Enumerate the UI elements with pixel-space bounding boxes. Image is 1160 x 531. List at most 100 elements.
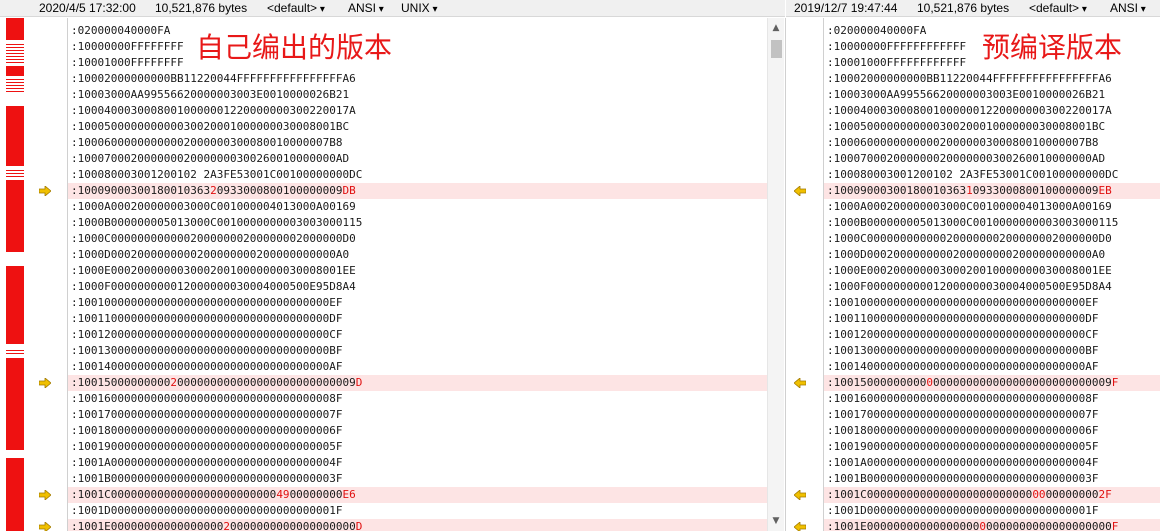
- overview-diff-line: [6, 176, 24, 177]
- code-line[interactable]: :10003000AA99556620000003003E0010000026B…: [824, 87, 1160, 103]
- code-line[interactable]: :1000D0002000000000200000000200000000000…: [68, 247, 767, 263]
- code-line[interactable]: :100040003000800100000012200000003002200…: [824, 103, 1160, 119]
- diff-line[interactable]: :1001E0000000000000000020000000000000000…: [68, 519, 767, 531]
- diff-line[interactable]: :1001C0000000000000000000000000000000000…: [824, 487, 1160, 503]
- code-line[interactable]: :10001000FFFFFFFF: [68, 55, 767, 71]
- diff-line[interactable]: :100150000000000000000000000000000000000…: [824, 375, 1160, 391]
- diff-arrow-right-icon[interactable]: [39, 490, 51, 500]
- code-line[interactable]: :100080003001200102 2A3FE53001C001000000…: [68, 167, 767, 183]
- code-line[interactable]: :10003000AA99556620000003003E0010000026B…: [68, 87, 767, 103]
- diff-arrow-left-icon[interactable]: [794, 186, 806, 196]
- code-line[interactable]: :10010000000000000000000000000000000000E…: [824, 295, 1160, 311]
- right-lines: :020000040000FA:10000000FFFFFFFFFFFF:100…: [824, 23, 1160, 531]
- diff-line[interactable]: :1001C0000000000000000000000000490000000…: [68, 487, 767, 503]
- code-line[interactable]: :1000B000000005013000C001000000000300300…: [824, 215, 1160, 231]
- code-line[interactable]: :1000A000200000003000C001000004013000A00…: [824, 199, 1160, 215]
- code-line[interactable]: :10000000FFFFFFFF: [68, 39, 767, 55]
- code-line[interactable]: :100160000000000000000000000000000000008…: [68, 391, 767, 407]
- diff-arrow-left-icon[interactable]: [794, 490, 806, 500]
- code-line[interactable]: :100070002000000020000000300260010000000…: [68, 151, 767, 167]
- diff-line[interactable]: :1001E0000000000000000000000000000000000…: [824, 519, 1160, 531]
- code-line[interactable]: :10002000000000BB11220044FFFFFFFFFFFFFFF…: [824, 71, 1160, 87]
- code-line[interactable]: :10013000000000000000000000000000000000B…: [68, 343, 767, 359]
- right-file-pane[interactable]: :020000040000FA:10000000FFFFFFFFFFFF:100…: [823, 18, 1160, 531]
- overview-diff-line: [6, 88, 24, 89]
- code-line[interactable]: :10010000000000000000000000000000000000E…: [68, 295, 767, 311]
- right-format-dropdown[interactable]: <default>: [1029, 1, 1087, 15]
- diff-arrow-right-icon[interactable]: [39, 186, 51, 196]
- left-format-dropdown[interactable]: <default>: [267, 1, 325, 15]
- code-line[interactable]: :10013000000000000000000000000000000000B…: [824, 343, 1160, 359]
- left-encoding-dropdown[interactable]: ANSI: [348, 1, 384, 15]
- left-file-pane[interactable]: :020000040000FA:10000000FFFFFFFF:1000100…: [67, 18, 767, 531]
- code-line[interactable]: :10014000000000000000000000000000000000A…: [68, 359, 767, 375]
- code-line[interactable]: :10006000000000002000000300080010000007B…: [68, 135, 767, 151]
- code-line[interactable]: :1000E0002000000030002001000000003000800…: [824, 263, 1160, 279]
- diff-line[interactable]: :100150000000002000000000000000000000000…: [68, 375, 767, 391]
- code-line[interactable]: :1001A0000000000000000000000000000000004…: [824, 455, 1160, 471]
- code-line[interactable]: :100170000000000000000000000000000000007…: [824, 407, 1160, 423]
- diff-arrow-right-icon[interactable]: [39, 378, 51, 388]
- code-line[interactable]: :10014000000000000000000000000000000000A…: [824, 359, 1160, 375]
- code-line[interactable]: :100170000000000000000000000000000000007…: [68, 407, 767, 423]
- code-line[interactable]: :10006000000000002000000300080010000007B…: [824, 135, 1160, 151]
- changed-text: DB: [342, 184, 356, 197]
- code-line[interactable]: :100160000000000000000000000000000000008…: [824, 391, 1160, 407]
- overview-diff-line: [6, 82, 24, 83]
- diff-overview-strip[interactable]: [0, 18, 30, 531]
- code-line[interactable]: :1000E0002000000030002001000000003000800…: [68, 263, 767, 279]
- overview-diff-line: [6, 53, 24, 54]
- overview-diff-line: [6, 47, 24, 48]
- overview-diff-block: [6, 458, 24, 531]
- code-line[interactable]: :1001A0000000000000000000000000000000004…: [68, 455, 767, 471]
- overview-diff-block: [6, 66, 24, 76]
- code-line[interactable]: :10002000000000BB11220044FFFFFFFFFFFFFFF…: [68, 71, 767, 87]
- diff-arrow-right-icon[interactable]: [39, 522, 51, 531]
- code-line[interactable]: :1000F000000000012000000030004000500E95D…: [824, 279, 1160, 295]
- diff-line[interactable]: :100090003001800103632093300080010000000…: [68, 183, 767, 199]
- diff-arrow-left-icon[interactable]: [794, 522, 806, 531]
- code-line[interactable]: :1001D0000000000000000000000000000000001…: [68, 503, 767, 519]
- left-gutter: [30, 18, 67, 531]
- left-lines: :020000040000FA:10000000FFFFFFFF:1000100…: [68, 23, 767, 531]
- code-line[interactable]: :100050000000000030020001000000030008001…: [824, 119, 1160, 135]
- code-line[interactable]: :100190000000000000000000000000000000005…: [68, 439, 767, 455]
- code-line[interactable]: :1001D0000000000000000000000000000000001…: [824, 503, 1160, 519]
- changed-text: 2: [170, 376, 177, 389]
- code-line[interactable]: :1001B0000000000000000000000000000000003…: [824, 471, 1160, 487]
- right-encoding-dropdown[interactable]: ANSI: [1110, 1, 1146, 15]
- changed-text: 2: [223, 520, 230, 531]
- code-line[interactable]: :10012000000000000000000000000000000000C…: [68, 327, 767, 343]
- code-line[interactable]: :1000C0000000000002000000020000000200000…: [824, 231, 1160, 247]
- right-annotation: 预编译版本: [982, 30, 1123, 66]
- code-line[interactable]: :1000B000000005013000C001000000000300300…: [68, 215, 767, 231]
- code-line[interactable]: :10012000000000000000000000000000000000C…: [824, 327, 1160, 343]
- code-line[interactable]: :100180000000000000000000000000000000006…: [68, 423, 767, 439]
- scroll-thumb[interactable]: [771, 40, 782, 58]
- left-scrollbar[interactable]: ▲ ▼: [767, 18, 784, 531]
- code-line[interactable]: :1000D0002000000000200000000200000000000…: [824, 247, 1160, 263]
- left-line-ending-dropdown[interactable]: UNIX: [401, 1, 437, 15]
- code-line[interactable]: :100080003001200102 2A3FE53001C001000000…: [824, 167, 1160, 183]
- scroll-up-arrow-icon[interactable]: ▲: [768, 20, 784, 36]
- code-line[interactable]: :100050000000000030020001000000030008001…: [68, 119, 767, 135]
- code-line[interactable]: :100040003000800100000012200000003002200…: [68, 103, 767, 119]
- code-line[interactable]: :1001B0000000000000000000000000000000003…: [68, 471, 767, 487]
- changed-text: F: [1111, 376, 1119, 389]
- diff-line[interactable]: :100090003001800103631093300080010000000…: [824, 183, 1160, 199]
- code-line[interactable]: :10011000000000000000000000000000000000D…: [824, 311, 1160, 327]
- code-line[interactable]: :1000C0000000000002000000020000000200000…: [68, 231, 767, 247]
- code-line[interactable]: :100190000000000000000000000000000000005…: [824, 439, 1160, 455]
- code-line[interactable]: :1000F000000000012000000030004000500E95D…: [68, 279, 767, 295]
- overview-diff-line: [6, 62, 24, 63]
- line-text: :10009000300180010363: [71, 184, 211, 197]
- changed-text: E6: [342, 488, 356, 501]
- changed-text: 0: [926, 376, 933, 389]
- code-line[interactable]: :10011000000000000000000000000000000000D…: [68, 311, 767, 327]
- code-line[interactable]: :100180000000000000000000000000000000006…: [824, 423, 1160, 439]
- diff-arrow-left-icon[interactable]: [794, 378, 806, 388]
- code-line[interactable]: :100070002000000020000000300260010000000…: [824, 151, 1160, 167]
- code-line[interactable]: :020000040000FA: [68, 23, 767, 39]
- code-line[interactable]: :1000A000200000003000C001000004013000A00…: [68, 199, 767, 215]
- scroll-down-arrow-icon[interactable]: ▼: [768, 513, 784, 529]
